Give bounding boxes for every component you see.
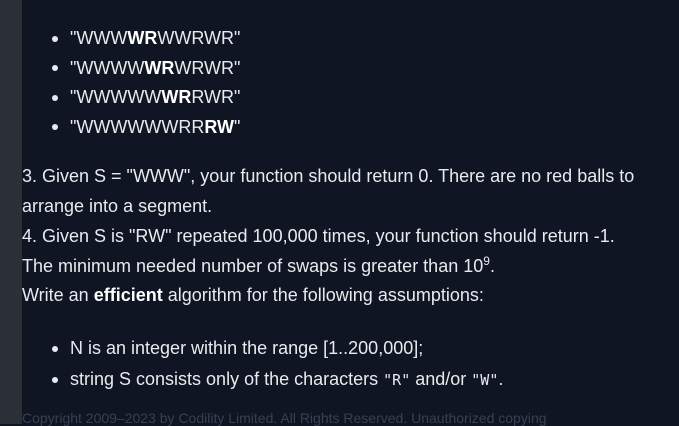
list-item: "WWWWWWRRWR" (52, 83, 241, 113)
example-text: "WWWWW (70, 87, 162, 107)
bullet-icon (52, 35, 58, 42)
example-3-line-1: 3. Given S = "WWW", your function should… (22, 166, 635, 186)
example-text: "WWW (70, 28, 128, 48)
bullet-icon (52, 376, 58, 383)
example-4: 4. Given S is "RW" repeated 100,000 time… (22, 222, 615, 281)
example-4-line-1: 4. Given S is "RW" repeated 100,000 time… (22, 226, 615, 246)
bullet-icon (52, 94, 58, 101)
example-highlight: WR (161, 87, 192, 107)
assumption-text: and/or (410, 369, 472, 389)
list-item: "WWWWWWRRRW" (52, 113, 241, 143)
swap-example-list: "WWWWRWWRWR" "WWWWWRWRWR" "WWWWWWRRWR" "… (52, 24, 241, 143)
assumption-text: string S consists only of the characters (70, 369, 384, 389)
example-text: "WWWWWWRR (70, 116, 205, 137)
bullet-icon (52, 124, 58, 131)
instruction-text: algorithm for the following assumptions: (162, 285, 484, 305)
task-description: "WWWWRWWRWR" "WWWWWRWRWR" "WWWWWWRRWR" "… (22, 0, 679, 426)
example-4-period: . (489, 255, 495, 276)
example-text: WWRWR" (157, 28, 241, 48)
example-highlight: RW (204, 116, 234, 137)
example-4-line-2: The minimum needed number of swaps is gr… (22, 252, 615, 282)
example-text: WRWR" (174, 57, 241, 78)
example-text: "WWWW (70, 57, 145, 78)
example-highlight: WR (144, 57, 175, 78)
example-text: RWR" (191, 87, 241, 107)
list-item: string S consists only of the characters… (52, 364, 504, 395)
code-literal: "R" (383, 371, 411, 389)
list-item: "WWWWRWWRWR" (52, 24, 241, 54)
assumption-list: N is an integer within the range [1..200… (52, 333, 504, 395)
instruction-emphasis: efficient (93, 285, 163, 305)
exponent: 9 (483, 253, 490, 268)
example-3-line-2: arrange into a segment. (22, 195, 213, 216)
assumption-text: N is an integer within the range [1..200… (70, 338, 424, 358)
code-literal: "W" (471, 371, 499, 389)
list-item: N is an integer within the range [1..200… (52, 333, 503, 364)
example-text: " (234, 116, 241, 137)
left-sidebar-edge (0, 0, 22, 424)
example-3: 3. Given S = "WWW", your function should… (22, 162, 634, 221)
assumption-text: . (498, 369, 504, 389)
example-4-text: The minimum needed number of swaps is gr… (22, 255, 484, 276)
example-highlight: WR (127, 28, 158, 48)
instruction-text: Write an (22, 285, 94, 305)
list-item: "WWWWWRWRWR" (52, 54, 241, 84)
instruction: Write an efficient algorithm for the fol… (22, 281, 484, 311)
bullet-icon (52, 65, 58, 72)
bullet-icon (52, 345, 58, 352)
